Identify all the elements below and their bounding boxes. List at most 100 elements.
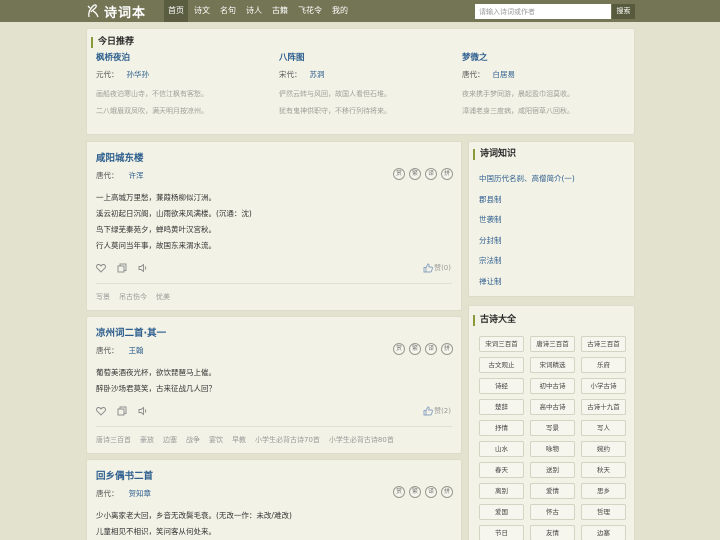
- rec-dynasty: 唐代：: [462, 70, 485, 79]
- collection-item[interactable]: 小学古诗: [581, 378, 626, 394]
- nav-item-poems[interactable]: 诗文: [190, 0, 214, 22]
- audio-icon[interactable]: [138, 406, 148, 416]
- tag[interactable]: 吊古伤今: [119, 292, 147, 302]
- collection-item[interactable]: 楚辞: [479, 399, 524, 415]
- nav-item-home[interactable]: 首页: [164, 0, 188, 22]
- collection-item[interactable]: 节日: [479, 525, 524, 540]
- tag[interactable]: 小学生必背古诗70首: [255, 435, 320, 445]
- collection-item[interactable]: 抒情: [479, 420, 524, 436]
- tag[interactable]: 小学生必背古诗80首: [329, 435, 394, 445]
- like-button[interactable]: 赞(2): [423, 406, 451, 416]
- collection-item[interactable]: 友情: [530, 525, 575, 540]
- knowledge-item[interactable]: 世袭制: [479, 214, 502, 225]
- search-button[interactable]: 搜索: [612, 4, 635, 19]
- collection-item[interactable]: 送别: [530, 462, 575, 478]
- appreciate-button[interactable]: 赏: [393, 486, 405, 498]
- traditional-button[interactable]: 繁: [409, 343, 421, 355]
- collection-item[interactable]: 宋词精选: [530, 357, 575, 373]
- search-input[interactable]: [475, 4, 611, 19]
- collection-item[interactable]: 爱国: [479, 504, 524, 520]
- knowledge-item[interactable]: 郡县制: [479, 194, 502, 205]
- rec-meta: 宋代： 苏洞: [279, 69, 449, 80]
- collection-item[interactable]: 山水: [479, 441, 524, 457]
- poem-title[interactable]: 回乡偶书二首: [96, 468, 153, 482]
- pinyin-button[interactable]: 拼: [441, 168, 453, 180]
- tag[interactable]: 豪放: [140, 435, 154, 445]
- translate-button[interactable]: 译: [425, 168, 437, 180]
- knowledge-item[interactable]: 分封制: [479, 235, 502, 246]
- copy-icon[interactable]: [117, 406, 127, 416]
- nav-item-feihualing[interactable]: 飞花令: [294, 0, 326, 22]
- nav-item-quotes[interactable]: 名句: [216, 0, 240, 22]
- collection-item[interactable]: 秋天: [581, 462, 626, 478]
- collection-item[interactable]: 初中古诗: [530, 378, 575, 394]
- collection-item[interactable]: 写景: [530, 420, 575, 436]
- tag[interactable]: 宴饮: [209, 435, 223, 445]
- poem-tools: 赏 繁 译 拼: [389, 343, 453, 355]
- poem-line: 葡萄美酒夜光杯，欲饮琵琶马上催。: [96, 368, 216, 377]
- tag[interactable]: 战争: [186, 435, 200, 445]
- collection-item[interactable]: 唐诗三百首: [530, 336, 575, 352]
- thumbs-up-icon: [423, 406, 433, 416]
- collection-item[interactable]: 爱情: [530, 483, 575, 499]
- knowledge-card: 诗词知识 中国历代名刹、高僧简介(一) 郡县制 世袭制 分封制 宗法制 禅让制: [468, 141, 635, 297]
- site-logo[interactable]: 诗词本: [86, 2, 146, 21]
- collection-item[interactable]: 古诗三百首: [581, 336, 626, 352]
- main-nav: 首页 诗文 名句 诗人 古籍 飞花令 我的: [164, 0, 354, 22]
- knowledge-item[interactable]: 禅让制: [479, 276, 502, 287]
- collection-item[interactable]: 哲理: [581, 504, 626, 520]
- poem-title[interactable]: 咸阳城东楼: [96, 150, 144, 164]
- favorite-icon[interactable]: [96, 406, 106, 416]
- traditional-button[interactable]: 繁: [409, 486, 421, 498]
- translate-button[interactable]: 译: [425, 343, 437, 355]
- traditional-button[interactable]: 繁: [409, 168, 421, 180]
- collection-item[interactable]: 古诗十九首: [581, 399, 626, 415]
- pinyin-button[interactable]: 拼: [441, 486, 453, 498]
- collection-item[interactable]: 离别: [479, 483, 524, 499]
- collection-item[interactable]: 咏物: [530, 441, 575, 457]
- appreciate-button[interactable]: 赏: [393, 168, 405, 180]
- poem-author[interactable]: 王翰: [129, 345, 144, 356]
- knowledge-item[interactable]: 中国历代名刹、高僧简介(一): [479, 173, 575, 184]
- collection-item[interactable]: 诗经: [479, 378, 524, 394]
- poem-card: 咸阳城东楼 唐代： 许浑 赏 繁 译 拼 一上高城万里愁，蒹葭杨柳似汀洲。 溪云…: [86, 141, 462, 311]
- translate-button[interactable]: 译: [425, 486, 437, 498]
- collection-item[interactable]: 思乡: [581, 483, 626, 499]
- rec-author[interactable]: 孙华孙: [127, 69, 150, 80]
- favorite-icon[interactable]: [96, 263, 106, 273]
- rec-line: 犹有鬼神供职守，不移行列待将来。: [279, 107, 391, 115]
- collection-item[interactable]: 古文观止: [479, 357, 524, 373]
- tag[interactable]: 唐诗三百首: [96, 435, 131, 445]
- like-button[interactable]: 赞(0): [423, 263, 451, 273]
- rec-title[interactable]: 枫桥夜泊: [96, 51, 266, 63]
- knowledge-item[interactable]: 宗法制: [479, 255, 502, 266]
- tag[interactable]: 写景: [96, 292, 110, 302]
- collection-item[interactable]: 乐府: [581, 357, 626, 373]
- copy-icon[interactable]: [117, 263, 127, 273]
- nav-item-poets[interactable]: 诗人: [242, 0, 266, 22]
- nav-item-classics[interactable]: 古籍: [268, 0, 292, 22]
- poem-title[interactable]: 凉州词二首·其一: [96, 325, 166, 339]
- pinyin-button[interactable]: 拼: [441, 343, 453, 355]
- audio-icon[interactable]: [138, 263, 148, 273]
- tag[interactable]: 早教: [232, 435, 246, 445]
- collection-item[interactable]: 边塞: [581, 525, 626, 540]
- rec-title[interactable]: 八阵图: [279, 51, 449, 63]
- collection-item[interactable]: 宋词三百首: [479, 336, 524, 352]
- collection-item[interactable]: 写人: [581, 420, 626, 436]
- appreciate-button[interactable]: 赏: [393, 343, 405, 355]
- rec-title[interactable]: 梦微之: [462, 51, 632, 63]
- nav-item-mine[interactable]: 我的: [328, 0, 352, 22]
- collection-item[interactable]: 婉约: [581, 441, 626, 457]
- poem-author[interactable]: 许浑: [129, 170, 144, 181]
- rec-meta: 唐代： 白居易: [462, 69, 632, 80]
- rec-author[interactable]: 白居易: [493, 69, 516, 80]
- poem-line: 醉卧沙场君莫笑，古来征战几人回？: [96, 384, 216, 393]
- tag[interactable]: 边塞: [163, 435, 177, 445]
- tag[interactable]: 忧美: [156, 292, 170, 302]
- collection-item[interactable]: 怀古: [530, 504, 575, 520]
- poem-author[interactable]: 贺知章: [129, 488, 152, 499]
- collection-item[interactable]: 高中古诗: [530, 399, 575, 415]
- rec-author[interactable]: 苏洞: [310, 69, 325, 80]
- collection-item[interactable]: 春天: [479, 462, 524, 478]
